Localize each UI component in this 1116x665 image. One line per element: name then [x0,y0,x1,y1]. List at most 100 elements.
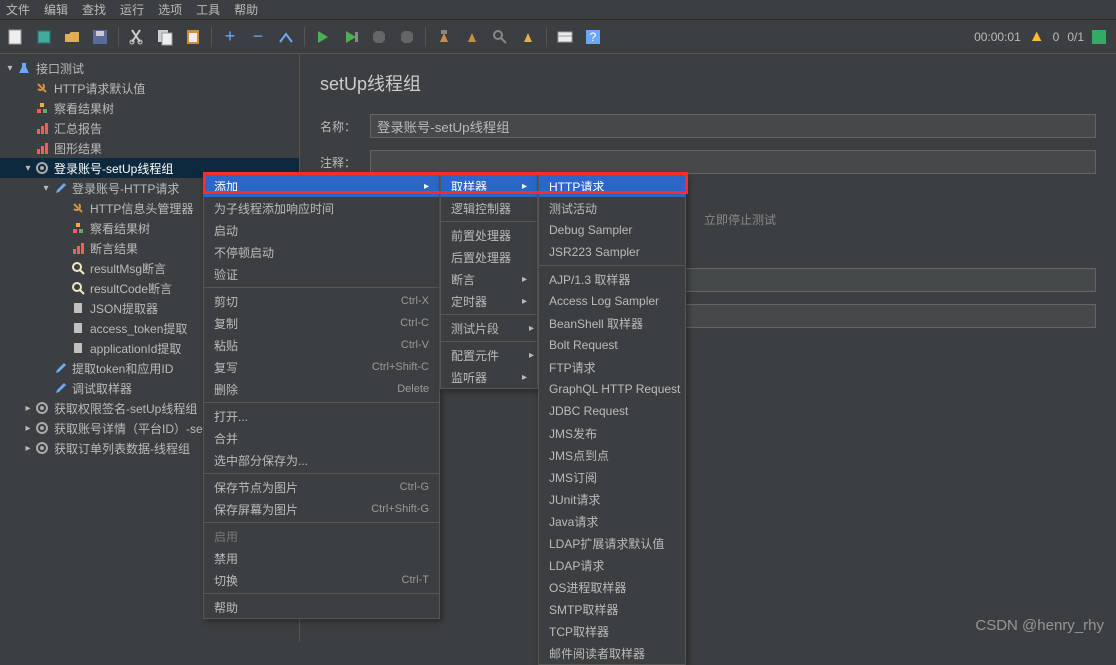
tree-item[interactable]: ▾接口测试 [0,58,299,78]
run-icon[interactable] [311,25,335,49]
sampler-submenu[interactable]: HTTP请求测试活动Debug SamplerJSR223 Sampler AJP… [538,174,686,665]
chevron-icon[interactable]: ▸ [22,423,34,434]
cut-icon[interactable] [125,25,149,49]
menu-item[interactable]: 切换Ctrl-T [204,569,439,591]
stop-icon[interactable] [367,25,391,49]
tree-item[interactable]: 察看结果树 [0,98,299,118]
chevron-icon[interactable]: ▾ [22,163,34,174]
menu-文件[interactable]: 文件 [6,1,30,18]
menu-选项[interactable]: 选项 [158,1,182,18]
name-input[interactable] [370,114,1096,138]
menu-item[interactable]: Debug Sampler [539,219,685,241]
run-no-pause-icon[interactable] [339,25,363,49]
menu-item[interactable]: TCP取样器 [539,620,685,642]
menu-item[interactable]: 监听器▸ [441,366,537,388]
menu-item[interactable]: 逻辑控制器▸ [441,197,537,219]
paste-icon[interactable] [181,25,205,49]
chevron-icon[interactable]: ▸ [22,403,34,414]
menu-item[interactable]: 选中部分保存为... [204,449,439,471]
menu-item[interactable]: 配置元件▸ [441,344,537,366]
comment-input[interactable] [370,150,1096,174]
context-menu[interactable]: 添加▸为子线程添加响应时间启动不停顿启动验证剪切Ctrl-X复制Ctrl-C粘贴… [203,174,440,619]
menu-工具[interactable]: 工具 [196,1,220,18]
toggle-icon[interactable] [274,25,298,49]
lens-icon [70,280,86,296]
menu-查找[interactable]: 查找 [82,1,106,18]
menu-编辑[interactable]: 编辑 [44,1,68,18]
menu-item[interactable]: 断言▸ [441,268,537,290]
open-icon[interactable] [60,25,84,49]
menu-item[interactable]: 禁用 [204,547,439,569]
menu-item[interactable]: LDAP扩展请求默认值 [539,532,685,554]
menu-item[interactable]: FTP请求 [539,356,685,378]
warning-icon[interactable]: ▲ [1029,28,1045,46]
menu-item[interactable]: Bolt Request [539,334,685,356]
copy-icon[interactable] [153,25,177,49]
menu-item[interactable]: SMTP取样器 [539,598,685,620]
collapse-icon[interactable]: − [246,25,270,49]
menu-item-label: JMS发布 [549,425,597,442]
menu-item[interactable]: JSR223 Sampler [539,241,685,263]
tree-item-label: 汇总报告 [54,120,102,137]
templates-icon[interactable] [32,25,56,49]
svg-text:?: ? [590,30,597,44]
menu-item[interactable]: 验证 [204,263,439,285]
menu-item[interactable]: 后置处理器▸ [441,246,537,268]
menu-item-label: JMS点到点 [549,447,609,464]
menu-item[interactable]: 帮助 [204,596,439,618]
add-submenu[interactable]: 取样器▸逻辑控制器▸ 前置处理器▸后置处理器▸断言▸定时器▸ 测试片段▸ 配置元件▸监… [440,174,538,389]
menu-item[interactable]: 复写Ctrl+Shift-C [204,356,439,378]
menu-item[interactable]: AJP/1.3 取样器 [539,268,685,290]
menu-item[interactable]: 剪切Ctrl-X [204,290,439,312]
menu-item[interactable]: GraphQL HTTP Request [539,378,685,400]
shutdown-icon[interactable] [395,25,419,49]
menu-item-label: 取样器 [451,178,487,195]
help-icon[interactable]: ? [581,25,605,49]
menu-帮助[interactable]: 帮助 [234,1,258,18]
save-icon[interactable] [88,25,112,49]
menu-item[interactable]: JMS点到点 [539,444,685,466]
clear-all-icon[interactable] [460,25,484,49]
menu-item[interactable]: 合并 [204,427,439,449]
menu-item[interactable]: Java请求 [539,510,685,532]
menu-item[interactable]: 定时器▸ [441,290,537,312]
expand-icon[interactable]: + [218,25,242,49]
stop-option[interactable]: 立即停止测试 [704,213,776,227]
menu-item[interactable]: JMS订阅 [539,466,685,488]
menu-item[interactable]: 保存节点为图片Ctrl-G [204,476,439,498]
menu-item[interactable]: 复制Ctrl-C [204,312,439,334]
menu-item[interactable]: 添加▸ [204,175,439,197]
menu-item[interactable]: 打开... [204,405,439,427]
tree-item[interactable]: HTTP请求默认值 [0,78,299,98]
chevron-icon[interactable]: ▾ [40,183,52,194]
menu-item[interactable]: JUnit请求 [539,488,685,510]
menu-item[interactable]: BeanShell 取样器 [539,312,685,334]
reset-search-icon[interactable] [516,25,540,49]
menu-item[interactable]: 不停顿启动 [204,241,439,263]
chevron-icon[interactable]: ▸ [22,443,34,454]
menu-item[interactable]: OS进程取样器 [539,576,685,598]
menu-item[interactable]: LDAP请求 [539,554,685,576]
menu-item[interactable]: 邮件阅读者取样器 [539,642,685,664]
menu-item[interactable]: JMS发布 [539,422,685,444]
menu-item[interactable]: Access Log Sampler [539,290,685,312]
function-icon[interactable] [553,25,577,49]
menu-item[interactable]: 前置处理器▸ [441,224,537,246]
menu-item[interactable]: 测试片段▸ [441,317,537,339]
menu-item[interactable]: 删除Delete [204,378,439,400]
tree-item[interactable]: 图形结果 [0,138,299,158]
menu-item[interactable]: 保存屏幕为图片Ctrl+Shift-G [204,498,439,520]
menu-item[interactable]: 测试活动 [539,197,685,219]
chevron-icon[interactable]: ▾ [4,63,16,74]
menu-item[interactable]: 粘贴Ctrl-V [204,334,439,356]
tree-item[interactable]: 汇总报告 [0,118,299,138]
menu-运行[interactable]: 运行 [120,1,144,18]
menu-item[interactable]: 启动 [204,219,439,241]
menu-item[interactable]: 为子线程添加响应时间 [204,197,439,219]
new-icon[interactable] [4,25,28,49]
menu-item[interactable]: JDBC Request [539,400,685,422]
menu-item[interactable]: HTTP请求 [539,175,685,197]
search-icon[interactable] [488,25,512,49]
menu-item[interactable]: 取样器▸ [441,175,537,197]
clear-icon[interactable] [432,25,456,49]
